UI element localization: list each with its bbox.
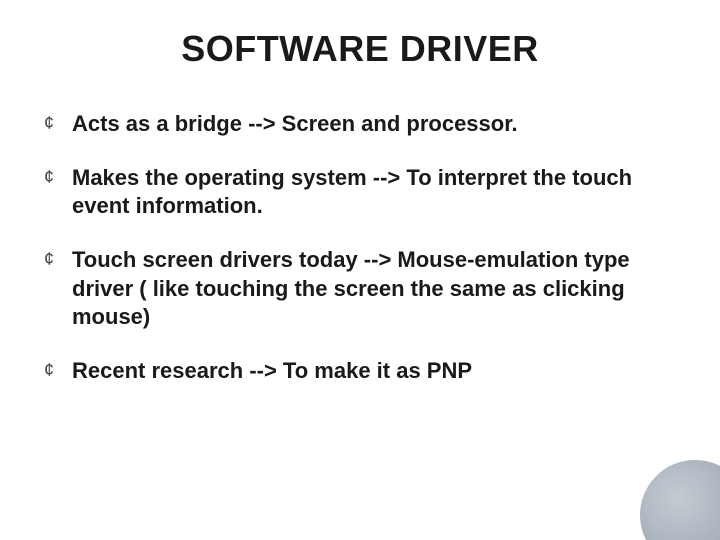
bullet-icon: ¢ [44,164,72,189]
bullet-icon: ¢ [44,110,72,135]
list-item-text: Recent research --> To make it as PNP [72,357,676,385]
list-item: ¢ Recent research --> To make it as PNP [44,357,676,385]
bullet-list: ¢ Acts as a bridge --> Screen and proces… [0,110,720,385]
bullet-icon: ¢ [44,357,72,382]
corner-sphere-decor [640,460,720,540]
list-item-text: Makes the operating system --> To interp… [72,164,676,220]
list-item: ¢ Acts as a bridge --> Screen and proces… [44,110,676,138]
page-title: SOFTWARE DRIVER [0,0,720,110]
list-item-text: Touch screen drivers today --> Mouse-emu… [72,246,676,330]
list-item-text: Acts as a bridge --> Screen and processo… [72,110,676,138]
list-item: ¢ Touch screen drivers today --> Mouse-e… [44,246,676,330]
bullet-icon: ¢ [44,246,72,271]
list-item: ¢ Makes the operating system --> To inte… [44,164,676,220]
slide: SOFTWARE DRIVER ¢ Acts as a bridge --> S… [0,0,720,540]
